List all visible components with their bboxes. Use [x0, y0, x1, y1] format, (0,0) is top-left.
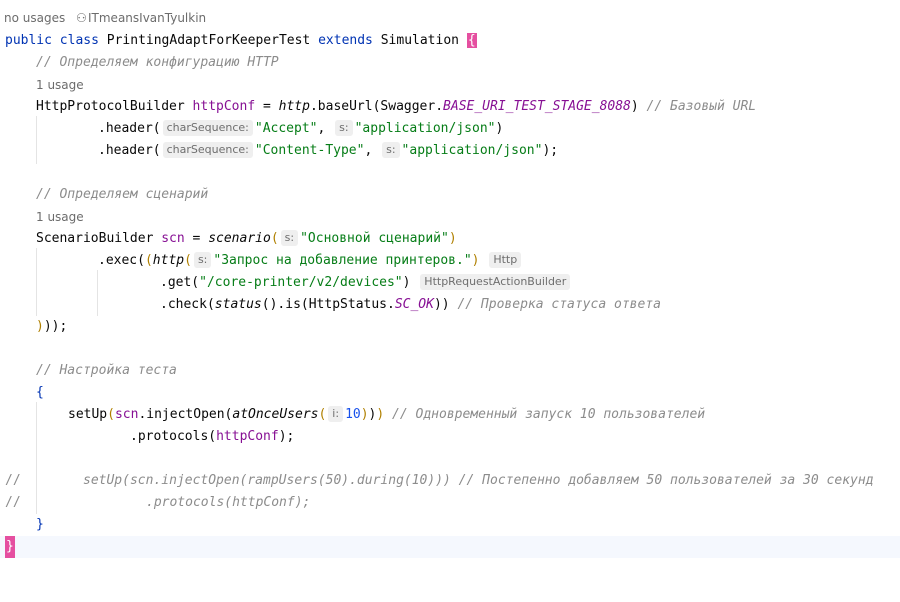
param-hint: i: [328, 406, 344, 422]
keyword: public [5, 33, 52, 48]
field-name: httpConf [192, 99, 256, 114]
code-line-comment[interactable]: // Определяем сценарий [0, 184, 900, 206]
keyword: extends [318, 33, 373, 48]
usages-hint[interactable]: no usages ⚇ ITmeansIvanTyulkin [0, 9, 206, 27]
method-call: .header( [98, 143, 161, 158]
code-line-open-brace[interactable]: { [0, 382, 900, 404]
method-call: .header( [98, 121, 161, 136]
method-call: .get( [160, 275, 200, 290]
code-line-final-brace[interactable]: } [0, 536, 900, 558]
code-line-close[interactable]: ))); [0, 316, 900, 338]
usage-hint[interactable]: 1 usage [0, 76, 84, 94]
method-call: setUp [68, 407, 108, 422]
operator: = [255, 99, 279, 114]
usages-text[interactable]: no usages [4, 9, 65, 27]
superclass-name: Simulation [380, 33, 459, 48]
class-ref: Swagger. [380, 99, 444, 114]
code-line-close-brace[interactable]: } [0, 514, 900, 536]
usage-hint[interactable]: 1 usage [0, 208, 84, 226]
code-line-comment[interactable]: // Определяем конфигурацию HTTP [0, 52, 900, 74]
field-name: scn [161, 231, 185, 246]
code-line-commented-setup[interactable]: // setUp(scn.injectOpen(rampUsers(50).du… [0, 470, 900, 492]
comment-marker: // [5, 495, 21, 510]
param-hint: charSequence: [162, 120, 253, 136]
code-line-commented-protocols[interactable]: // .protocols(httpConf); [0, 492, 900, 514]
method-call: .is( [277, 297, 309, 312]
code-line-check[interactable]: .check(status().is(HttpStatus.SC_OK)) //… [0, 294, 900, 316]
brace: { [36, 385, 44, 400]
usage-count[interactable]: 1 usage [36, 208, 84, 226]
function-name: http [278, 99, 310, 114]
method-call: .exec( [98, 253, 145, 268]
comment: // Определяем сценарий [36, 187, 209, 202]
keyword: class [59, 33, 99, 48]
string-literal: "Content-Type" [254, 143, 365, 158]
param-hint: s: [382, 142, 400, 158]
param-hint: s: [280, 230, 299, 246]
function-name: atOnceUsers [232, 407, 319, 422]
string-literal: "application/json" [401, 143, 543, 158]
constant: SC_OK [394, 297, 434, 312]
comment: setUp(scn.injectOpen(rampUsers(50).durin… [83, 473, 874, 488]
code-line-exec[interactable]: .exec((http(s: "Запрос на добавление прин… [0, 250, 900, 272]
code-line-httpconf[interactable]: HttpProtocolBuilder httpConf = http.base… [0, 96, 900, 118]
comment: // Настройка теста [36, 363, 177, 378]
string-literal: "Запрос на добавление принтеров." [213, 253, 472, 268]
string-literal: "Accept" [254, 121, 318, 136]
usage-count[interactable]: 1 usage [36, 76, 84, 94]
comment: // Базовый URL [646, 99, 757, 114]
code-line-header-accept[interactable]: .header(charSequence: "Accept", s: "applic… [0, 118, 900, 140]
comment: .protocols(httpConf); [146, 495, 311, 510]
matched-brace: { [466, 33, 477, 48]
code-editor[interactable]: no usages ⚇ ITmeansIvanTyulkin public cl… [0, 0, 900, 564]
code-line-protocols[interactable]: .protocols(httpConf); [0, 426, 900, 448]
code-line-class-decl[interactable]: public class PrintingAdaptForKeeperTest … [0, 30, 900, 52]
type-hint: HttpRequestActionBuilder [420, 274, 571, 290]
paren: ) [630, 99, 639, 114]
field-name: httpConf [216, 429, 279, 444]
string-literal: "application/json" [354, 121, 496, 136]
class-ref: HttpStatus. [308, 297, 395, 312]
operator: = [184, 231, 209, 246]
comment: // Одновременный запуск 10 пользователей [392, 407, 706, 422]
comment-marker: // [5, 473, 21, 488]
code-line-get[interactable]: .get("/core-printer/v2/devices") HttpReq… [0, 272, 900, 294]
author-icon: ⚇ [76, 11, 87, 25]
method-call: .check( [160, 297, 215, 312]
method-call: .baseUrl( [309, 99, 381, 114]
function-name: http [152, 253, 185, 268]
constant: BASE_URI_TEST_STAGE_8088 [443, 99, 631, 114]
class-name: PrintingAdaptForKeeperTest [106, 33, 311, 48]
type-name: HttpProtocolBuilder [36, 99, 185, 114]
comment: // Проверка статуса ответа [457, 297, 661, 312]
function-name: scenario [208, 231, 271, 246]
method-call: .injectOpen( [138, 407, 233, 422]
code-line-header-content-type[interactable]: .header(charSequence: "Content-Type", s: "… [0, 140, 900, 162]
param-hint: charSequence: [162, 142, 253, 158]
type-hint: Http [489, 252, 522, 268]
method-call: .protocols( [130, 429, 217, 444]
code-line-scenario[interactable]: ScenarioBuilder scn = scenario(s: "Основн… [0, 228, 900, 250]
punctuation: )); [43, 319, 68, 334]
matched-brace: } [5, 536, 15, 558]
string-literal: "Основной сценарий" [300, 231, 449, 246]
number-literal: 10 [345, 407, 361, 422]
author-name[interactable]: ITmeansIvanTyulkin [88, 9, 206, 27]
function-name: status [214, 297, 262, 312]
code-line-setup[interactable]: setUp(scn.injectOpen(atOnceUsers(i: 10)))… [0, 404, 900, 426]
string-literal: "/core-printer/v2/devices" [199, 275, 403, 290]
param-hint: s: [193, 252, 212, 268]
type-name: ScenarioBuilder [36, 231, 154, 246]
comment: // Определяем конфигурацию HTTP [36, 55, 279, 70]
brace: } [36, 517, 44, 532]
param-hint: s: [335, 120, 353, 136]
code-line-comment[interactable]: // Настройка теста [0, 360, 900, 382]
field-name: scn [114, 407, 139, 422]
